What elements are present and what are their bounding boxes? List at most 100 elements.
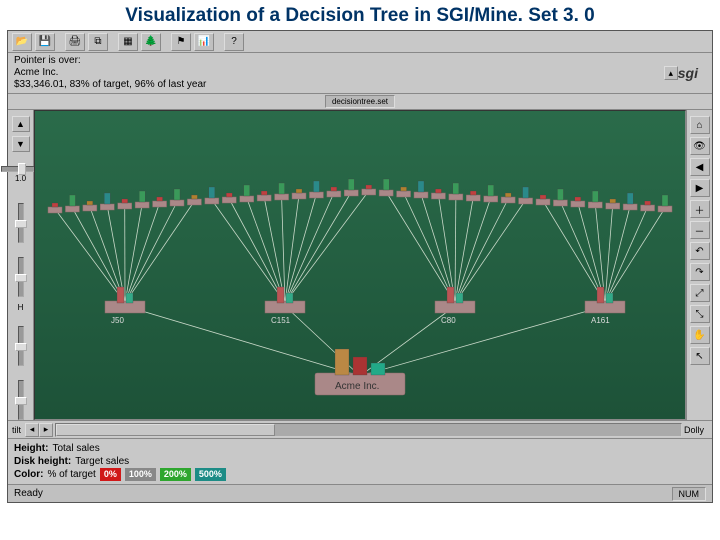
height-slider-3[interactable]	[18, 326, 24, 366]
leaf-node[interactable]	[65, 195, 79, 212]
mid-node[interactable]: A161	[585, 287, 625, 325]
leaf-node[interactable]	[362, 185, 376, 195]
rotate-right-button[interactable]: ↷	[690, 263, 710, 281]
print-button[interactable]: 🖨	[65, 33, 85, 51]
expand-button[interactable]: ⤢	[690, 284, 710, 302]
leaf-node[interactable]	[327, 187, 341, 197]
leaf-node[interactable]	[536, 195, 550, 205]
open-button[interactable]: 📂	[12, 33, 32, 51]
leaf-node[interactable]	[187, 195, 201, 205]
copy-button[interactable]: ⧉	[88, 33, 108, 51]
leaf-node[interactable]	[100, 193, 114, 210]
height-slider-1[interactable]	[18, 203, 24, 243]
grid-button[interactable]: ▦	[118, 33, 138, 51]
eye-icon: 👁	[693, 141, 706, 152]
svg-text:J50: J50	[111, 316, 124, 325]
home-button[interactable]: ⌂	[690, 116, 710, 134]
view-button[interactable]: 👁	[690, 137, 710, 155]
scale-value: 1.0	[15, 174, 26, 183]
leaf-node[interactable]	[153, 197, 167, 207]
leaf-node[interactable]	[501, 193, 515, 203]
legend-height-label: Height:	[14, 442, 48, 455]
leaf-node[interactable]	[641, 201, 655, 211]
leaf-node[interactable]	[431, 189, 445, 199]
hand-icon: ✋	[693, 330, 705, 341]
leaf-node[interactable]	[118, 199, 132, 209]
help-icon: ?	[231, 36, 237, 47]
leaf-node[interactable]	[397, 187, 411, 197]
slider-thumb[interactable]	[15, 220, 27, 228]
leaf-node[interactable]	[449, 183, 463, 200]
leaf-node[interactable]	[414, 181, 428, 198]
path-button[interactable]: decisiontree.set	[325, 95, 395, 108]
info-scroll-up[interactable]: ▴	[664, 66, 678, 80]
select-button[interactable]: ↖	[690, 347, 710, 365]
hscroll-area: tilt ◂ ▸ Dolly	[8, 420, 712, 438]
leaf-node[interactable]	[222, 193, 236, 203]
leaf-node[interactable]	[344, 179, 358, 196]
viz-canvas[interactable]: J50 C151 C80 A161 Acme Inc.	[34, 110, 686, 420]
leaf-node[interactable]	[205, 187, 219, 204]
hscroll-thumb[interactable]	[56, 424, 275, 436]
swatch-100: 100%	[125, 468, 156, 481]
pointer-info-text: Pointer is over: Acme Inc. $33,346.01, 8…	[14, 55, 660, 91]
copy-icon: ⧉	[94, 36, 101, 47]
rotate-left-button[interactable]: ↶	[690, 242, 710, 260]
slider-thumb[interactable]	[15, 343, 27, 351]
leaf-node[interactable]	[588, 191, 602, 208]
help-button[interactable]: ?	[224, 33, 244, 51]
leaf-node[interactable]	[606, 199, 620, 209]
leaf-node[interactable]	[83, 201, 97, 211]
plus-icon: ＋	[695, 202, 705, 217]
legend-color-value: % of target	[47, 468, 95, 481]
flag-button[interactable]: ⚑	[171, 33, 191, 51]
leaf-node[interactable]	[292, 189, 306, 199]
leaf-node[interactable]	[170, 189, 184, 206]
hscroll-left[interactable]: ◂	[25, 423, 39, 437]
swatch-0: 0%	[100, 468, 121, 481]
collapse-button[interactable]: ⤡	[690, 305, 710, 323]
slider-thumb[interactable]	[15, 274, 27, 282]
left-panel: ▲ ▼ 1.0 H	[8, 110, 34, 420]
nav-down[interactable]: ▼	[12, 136, 30, 152]
swatch-200: 200%	[160, 468, 191, 481]
leaf-node[interactable]	[553, 189, 567, 206]
leaf-node[interactable]	[257, 191, 271, 201]
leaf-node[interactable]	[135, 191, 149, 208]
hscroll-right[interactable]: ▸	[39, 423, 53, 437]
hscroll-track[interactable]	[55, 423, 682, 437]
move-left-button[interactable]: ◀	[690, 158, 710, 176]
path-bar: decisiontree.set	[8, 94, 712, 110]
tree-button[interactable]: 🌲	[141, 33, 161, 51]
leaf-node[interactable]	[275, 183, 289, 200]
leaf-node[interactable]	[48, 203, 62, 213]
home-icon: ⌂	[696, 120, 702, 131]
root-node[interactable]: Acme Inc.	[315, 349, 405, 395]
right-panel: ⌂ 👁 ◀ ▶ ＋ － ↶ ↷ ⤢ ⤡ ✋ ↖	[686, 110, 712, 420]
leaf-node[interactable]	[484, 185, 498, 202]
leaf-node[interactable]	[623, 193, 637, 210]
leaf-node[interactable]	[379, 179, 393, 196]
leaf-node[interactable]	[519, 187, 533, 204]
leaf-node[interactable]	[309, 181, 323, 198]
chart-button[interactable]: 📊	[194, 33, 214, 51]
leaf-node[interactable]	[571, 197, 585, 207]
app-window: 📂 💾 🖨 ⧉ ▦ 🌲 ⚑ 📊 ? Pointer is over: Acme …	[7, 30, 713, 503]
leaf-node[interactable]	[466, 191, 480, 201]
height-slider-4[interactable]	[18, 380, 24, 420]
save-button[interactable]: 💾	[35, 33, 55, 51]
slider-thumb[interactable]	[18, 163, 26, 175]
nav-up[interactable]: ▲	[12, 116, 30, 132]
zoom-in-button[interactable]: ＋	[690, 200, 710, 218]
slider-thumb[interactable]	[15, 397, 27, 405]
leaf-node[interactable]	[658, 195, 672, 212]
status-text: Ready	[14, 488, 43, 499]
leaf-node[interactable]	[240, 185, 254, 202]
grab-button[interactable]: ✋	[690, 326, 710, 344]
minus-icon: －	[695, 223, 705, 238]
move-right-button[interactable]: ▶	[690, 179, 710, 197]
height-slider-2[interactable]	[18, 257, 24, 297]
zoom-out-button[interactable]: －	[690, 221, 710, 239]
pointer-node-name: Acme Inc.	[14, 67, 660, 79]
legend-disk-label: Disk height:	[14, 455, 71, 468]
